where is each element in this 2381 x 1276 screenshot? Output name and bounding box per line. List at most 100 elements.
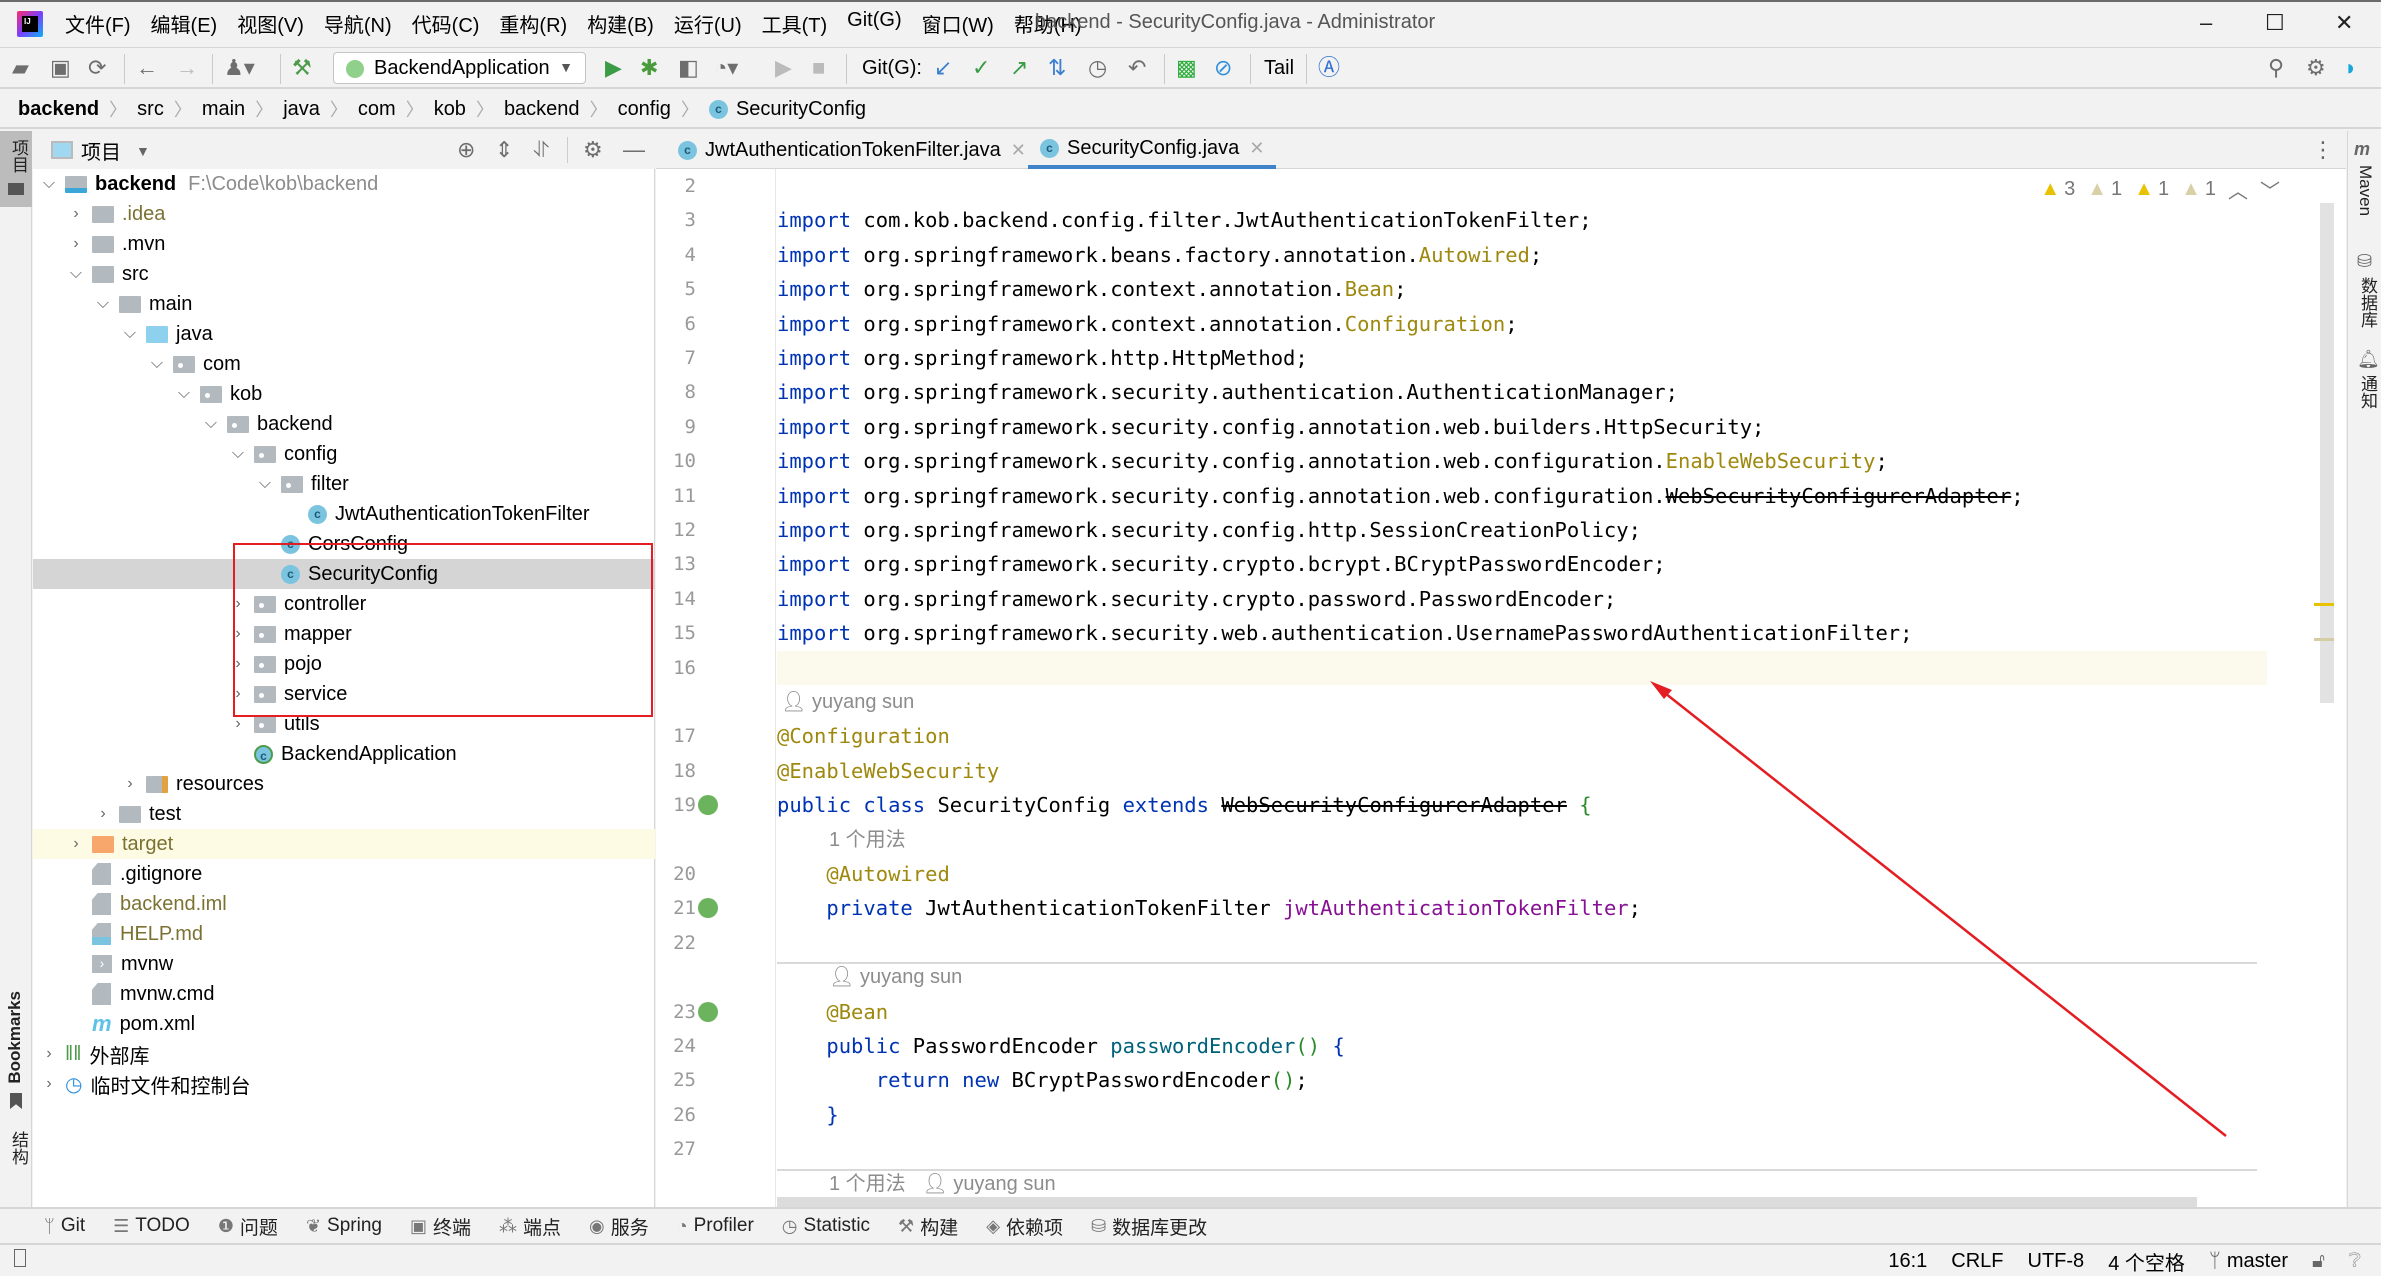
inspection-widget[interactable]: ▲ 3 ▲ 1 ▲ 1 ▲ 1 ︿ ﹀ <box>2040 175 2292 204</box>
chevron-right-icon[interactable]: › <box>95 805 111 823</box>
git-fetch-icon[interactable]: ⇅ <box>1048 56 1066 80</box>
tree-item[interactable]: .gitignore <box>33 859 655 889</box>
chevron-right-icon[interactable]: › <box>230 715 246 733</box>
breadcrumb-item[interactable]: main <box>202 98 245 121</box>
file-encoding[interactable]: UTF-8 <box>2028 1250 2085 1273</box>
profile-icon[interactable]: ◔▾ <box>714 56 738 80</box>
chevron-down-icon[interactable]: ⌵ <box>122 325 138 343</box>
tree-item[interactable]: › controller <box>33 589 655 619</box>
tree-item[interactable]: c SecurityConfig <box>33 559 655 589</box>
collapse-all-icon[interactable]: ⥯ <box>533 137 549 163</box>
tree-item[interactable]: backend.iml <box>33 889 655 919</box>
chevron-down-icon[interactable]: ⌵ <box>203 415 219 433</box>
vertical-scrollbar[interactable] <box>2314 203 2334 703</box>
tree-item[interactable]: › target <box>33 829 655 859</box>
tree-item[interactable]: c CorsConfig <box>33 529 655 559</box>
chevron-down-icon[interactable]: ⌵ <box>41 175 57 193</box>
locate-icon[interactable]: ⊕ <box>457 137 475 163</box>
tail-button[interactable]: Tail <box>1264 56 1294 80</box>
chevron-right-icon[interactable]: › <box>230 655 246 673</box>
tool-window-button[interactable]: ▣ 终端 <box>410 1213 471 1240</box>
menu-window[interactable]: 窗口(W) <box>922 9 994 38</box>
translate-icon[interactable]: Ⓐ <box>1318 56 1340 80</box>
weak-warning-marker[interactable] <box>2314 638 2334 641</box>
lock-icon[interactable]: 🔓︎ <box>2312 1250 2325 1273</box>
database-tool-button[interactable]: 数据库 <box>2355 277 2380 328</box>
breadcrumb-item[interactable]: backend <box>504 98 580 121</box>
sync-icon[interactable]: ⟳ <box>88 56 106 80</box>
build-hammer-icon[interactable]: ⚒ <box>292 56 312 80</box>
tree-item[interactable]: ⌵ src <box>33 259 655 289</box>
tool-window-button[interactable]: ◔ Profiler <box>677 1215 754 1237</box>
spring-bean-gutter-icon[interactable] <box>698 795 718 816</box>
tree-item[interactable]: › ◷ 临时文件和控制台 <box>33 1069 655 1099</box>
menu-view[interactable]: 视图(V) <box>237 9 304 38</box>
tool-window-button[interactable]: ⁂ 端点 <box>499 1213 561 1240</box>
git-update-icon[interactable]: ↙ <box>934 56 952 80</box>
menu-code[interactable]: 代码(C) <box>412 9 480 38</box>
tool-window-button[interactable]: ᛘ Git <box>44 1215 85 1237</box>
notifications-tool-button[interactable]: 通知 <box>2355 375 2380 409</box>
chevron-right-icon[interactable]: › <box>68 235 84 253</box>
chevron-down-icon[interactable]: ⌵ <box>149 355 165 373</box>
chevron-right-icon[interactable]: › <box>230 595 246 613</box>
menu-run[interactable]: 运行(U) <box>674 9 742 38</box>
maven-tool-button[interactable]: Maven <box>2355 165 2375 216</box>
save-icon[interactable]: ▣ <box>50 56 71 80</box>
tree-item[interactable]: HELP.md <box>33 919 655 949</box>
tool-window-button[interactable]: ◉ 服务 <box>589 1213 649 1240</box>
gear-icon[interactable]: ⚙ <box>583 137 603 163</box>
git-branch[interactable]: master <box>2227 1250 2288 1273</box>
project-tool-button[interactable]: 项目 <box>0 131 32 207</box>
tree-item[interactable]: › resources <box>33 769 655 799</box>
close-tab-icon[interactable]: ✕ <box>1249 138 1264 159</box>
chevron-down-icon[interactable]: ⌵ <box>176 385 192 403</box>
chevron-right-icon[interactable]: › <box>68 205 84 223</box>
tool-window-button[interactable]: ⚒ 构建 <box>898 1213 958 1240</box>
caret-position[interactable]: 16:1 <box>1888 1250 1927 1273</box>
ban-icon[interactable]: ⊘ <box>1214 56 1232 80</box>
help-icon[interactable]: ❔︎ <box>2349 1250 2361 1273</box>
back-icon[interactable]: ← <box>136 56 158 80</box>
tree-item[interactable]: ⌵ backend F:\Code\kob\backend <box>33 169 655 199</box>
tree-item[interactable]: mvnw.cmd <box>33 979 655 1009</box>
minimize-button[interactable]: – <box>2200 10 2212 36</box>
forward-icon[interactable]: → <box>176 56 198 80</box>
tree-item[interactable]: ⌵ com <box>33 349 655 379</box>
menu-edit[interactable]: 编辑(E) <box>151 9 218 38</box>
project-view-select[interactable]: 项目 <box>81 136 121 165</box>
chevron-down-icon[interactable]: ⌵ <box>68 265 84 283</box>
tool-window-button[interactable]: ☰ TODO <box>113 1215 190 1237</box>
inlay-hint[interactable]: 👤︎ yuyang sun <box>777 960 2267 994</box>
tree-item[interactable]: ⌵ config <box>33 439 655 469</box>
spring-bean-gutter-icon[interactable] <box>698 898 718 919</box>
tree-item[interactable]: ⌵ backend <box>33 409 655 439</box>
chevron-right-icon[interactable]: › <box>41 1045 57 1063</box>
tree-item[interactable]: › test <box>33 799 655 829</box>
bookmarks-tool-button[interactable]: Bookmarks <box>5 991 25 1084</box>
user-icon[interactable]: ♟▾ <box>224 56 255 80</box>
git-commit-icon[interactable]: ✓ <box>972 56 990 80</box>
chevron-right-icon[interactable]: › <box>122 775 138 793</box>
menu-navigate[interactable]: 导航(N) <box>324 9 392 38</box>
close-button[interactable]: ✕ <box>2335 10 2353 36</box>
breadcrumb-item[interactable]: com <box>358 98 396 121</box>
tree-item[interactable]: c JwtAuthenticationTokenFilter <box>33 499 655 529</box>
tree-item[interactable]: › utils <box>33 709 655 739</box>
tab-jwt-filter[interactable]: c JwtAuthenticationTokenFilter.java ✕ <box>666 131 1038 169</box>
breadcrumb-item[interactable]: kob <box>434 98 466 121</box>
monitor-icon[interactable]: ▩ <box>1176 56 1197 80</box>
stop-icon[interactable]: ■ <box>812 56 825 80</box>
indent-setting[interactable]: 4 个空格 <box>2108 1247 2185 1276</box>
tree-item[interactable]: c BackendApplication <box>33 739 655 769</box>
inlay-hint[interactable]: 👤︎ yuyang sun <box>777 685 2267 719</box>
expand-all-icon[interactable]: ⇕ <box>495 137 513 163</box>
chevron-down-icon[interactable]: ⌵ <box>95 295 111 313</box>
tree-item[interactable]: ⌵ main <box>33 289 655 319</box>
more-options-icon[interactable]: ⋮ <box>2312 137 2334 163</box>
plugin-icon[interactable]: ◗ <box>2344 56 2357 80</box>
tree-item[interactable]: › ‖‖ 外部库 <box>33 1039 655 1069</box>
breadcrumb-item[interactable]: src <box>137 98 164 121</box>
tree-item[interactable]: ⌵ filter <box>33 469 655 499</box>
breadcrumb-item[interactable]: SecurityConfig <box>736 98 866 121</box>
